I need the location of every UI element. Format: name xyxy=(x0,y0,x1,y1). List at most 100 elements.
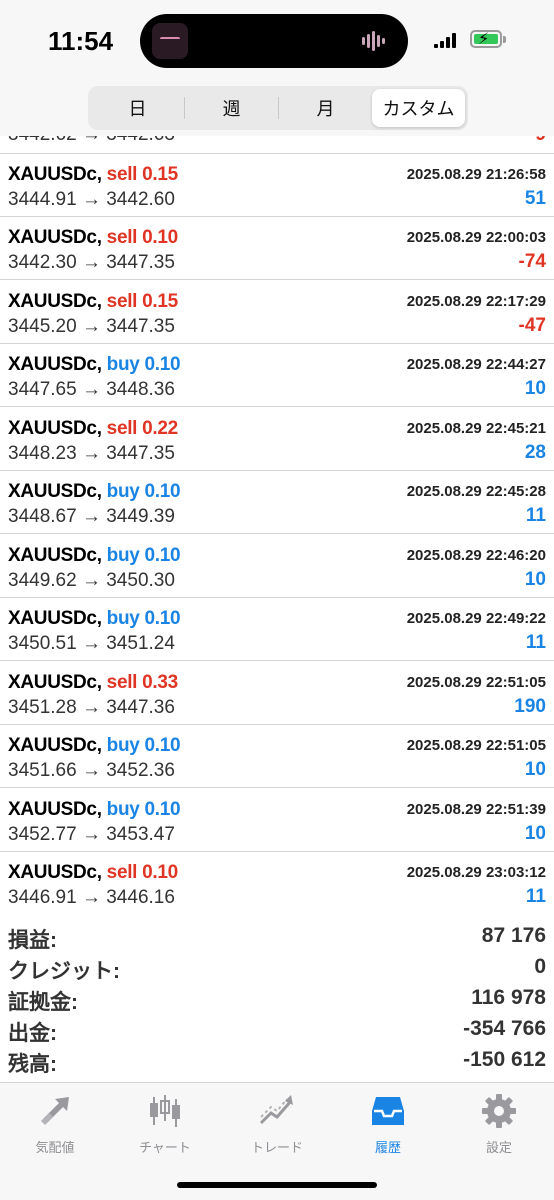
tab-label: 履歴 xyxy=(374,1140,401,1155)
deal-profit: 10 xyxy=(524,759,546,780)
period-segmented-control: 日 週 月 カスタム xyxy=(88,86,468,130)
deal-profit: -9 xyxy=(529,136,546,146)
period-tab-day[interactable]: 日 xyxy=(91,89,184,127)
deal-profit: 10 xyxy=(524,823,546,844)
deal-side-volume: sell 0.15 xyxy=(106,164,179,185)
tab-history[interactable]: 履歴 xyxy=(333,1091,443,1161)
deal-prices: 3445.20 → 3447.35 xyxy=(8,316,175,337)
deal-profit: 10 xyxy=(524,569,546,590)
list-item[interactable]: XAUUSDc, sell 0.10 2025.08.29 22:00:03 3… xyxy=(0,217,554,280)
summary-value: 0 xyxy=(534,955,546,978)
deal-datetime: 2025.08.29 22:44:27 xyxy=(406,356,546,373)
list-item[interactable]: XAUUSDc, buy 0.10 2025.08.29 22:51:05 34… xyxy=(0,725,554,788)
summary-credit-row: クレジット: 0 xyxy=(0,955,554,986)
cellular-signal-icon xyxy=(434,32,460,48)
deal-prices: 3450.51 → 3451.24 xyxy=(8,633,175,654)
status-time: 11:54 xyxy=(48,26,114,56)
tab-label: トレード xyxy=(250,1140,303,1155)
summary-label: クレジット: xyxy=(8,960,120,983)
list-item[interactable]: XAUUSDc, sell 0.33 2025.08.29 22:51:05 3… xyxy=(0,662,554,725)
dynamic-island[interactable] xyxy=(140,14,408,68)
deal-side-volume: sell 0.22 xyxy=(106,418,179,439)
deal-symbol: XAUUSDc, xyxy=(8,354,102,375)
tab-quotes[interactable]: 気配値 xyxy=(0,1091,110,1161)
period-tab-week[interactable]: 週 xyxy=(185,89,278,127)
deal-datetime: 2025.08.29 21:26:58 xyxy=(406,166,546,183)
deal-side-volume: buy 0.10 xyxy=(106,799,181,820)
deal-datetime: 2025.08.29 22:49:22 xyxy=(406,610,546,627)
summary-label: 損益: xyxy=(8,929,57,952)
deal-datetime: 2025.08.29 22:46:20 xyxy=(406,547,546,564)
deal-datetime: 2025.08.29 22:00:03 xyxy=(406,229,546,246)
deal-symbol: XAUUSDc, xyxy=(8,545,102,566)
tab-chart[interactable]: チャート xyxy=(110,1091,220,1161)
home-indicator[interactable] xyxy=(177,1182,377,1188)
deal-side-volume: buy 0.10 xyxy=(106,545,181,566)
summary-value: 116 978 xyxy=(471,986,546,1009)
inbox-icon xyxy=(368,1091,408,1131)
deal-side-volume: buy 0.10 xyxy=(106,608,181,629)
trend-icon xyxy=(257,1091,297,1131)
list-item[interactable]: XAUUSDc, buy 0.10 2025.08.29 22:49:22 34… xyxy=(0,598,554,661)
account-summary: 損益: 87 176 クレジット: 0 証拠金: 116 978 出金: -35… xyxy=(0,922,554,1082)
period-tab-custom[interactable]: カスタム xyxy=(372,89,465,127)
deal-side-volume: sell 0.33 xyxy=(106,672,179,693)
status-bar: 11:54 ⚡ xyxy=(0,0,554,80)
summary-value: -150 612 xyxy=(463,1048,546,1071)
tab-label: 気配値 xyxy=(35,1140,75,1155)
summary-value: 87 176 xyxy=(481,924,546,947)
deal-profit: 11 xyxy=(525,632,546,653)
deal-symbol: XAUUSDc, xyxy=(8,735,102,756)
list-item[interactable]: XAUUSDc, sell 0.15 2025.08.29 21:26:58 3… xyxy=(0,154,554,217)
deal-symbol: XAUUSDc, xyxy=(8,481,102,502)
list-item-partial[interactable]: 3442.62 → 3442.63 -9 xyxy=(0,136,554,154)
deal-datetime: 2025.08.29 22:51:05 xyxy=(406,674,546,691)
deal-symbol: XAUUSDc, xyxy=(8,672,102,693)
deal-side-volume: buy 0.10 xyxy=(106,481,181,502)
deal-datetime: 2025.08.29 22:17:29 xyxy=(406,293,546,310)
deal-symbol: XAUUSDc, xyxy=(8,862,102,883)
tab-trade[interactable]: トレード xyxy=(222,1091,332,1161)
tab-label: チャート xyxy=(139,1140,191,1155)
audio-waveform-icon xyxy=(362,30,388,52)
list-item[interactable]: XAUUSDc, sell 0.22 2025.08.29 22:45:21 3… xyxy=(0,408,554,471)
tab-label: 設定 xyxy=(485,1140,512,1155)
deal-profit: 51 xyxy=(524,188,546,209)
list-item[interactable]: XAUUSDc, sell 0.10 2025.08.29 23:03:12 3… xyxy=(0,852,554,914)
gear-icon xyxy=(479,1091,519,1131)
deal-profit: 11 xyxy=(525,505,546,526)
tab-settings[interactable]: 設定 xyxy=(444,1091,554,1161)
deal-datetime: 2025.08.29 22:45:21 xyxy=(406,420,546,437)
deal-prices: 3442.62 → 3442.63 xyxy=(8,136,175,146)
deal-prices: 3442.30 → 3447.35 xyxy=(8,252,175,273)
deal-prices: 3444.91 → 3442.60 xyxy=(8,189,175,210)
now-playing-artwork-icon xyxy=(152,23,188,59)
deal-side-volume: buy 0.10 xyxy=(106,354,181,375)
list-item[interactable]: XAUUSDc, sell 0.15 2025.08.29 22:17:29 3… xyxy=(0,281,554,344)
deal-symbol: XAUUSDc, xyxy=(8,227,102,248)
deal-symbol: XAUUSDc, xyxy=(8,418,102,439)
charging-bolt-icon: ⚡ xyxy=(478,31,490,48)
deals-list[interactable]: 3442.62 → 3442.63 -9 XAUUSDc, sell 0.15 … xyxy=(0,136,554,914)
deal-datetime: 2025.08.29 22:45:28 xyxy=(406,483,546,500)
candlestick-icon xyxy=(145,1091,185,1131)
period-tab-month[interactable]: 月 xyxy=(279,89,372,127)
list-item[interactable]: XAUUSDc, buy 0.10 2025.08.29 22:45:28 34… xyxy=(0,471,554,534)
list-item[interactable]: XAUUSDc, buy 0.10 2025.08.29 22:44:27 34… xyxy=(0,344,554,407)
deal-profit: 10 xyxy=(524,378,546,399)
deal-datetime: 2025.08.29 22:51:39 xyxy=(406,801,546,818)
deal-side-volume: sell 0.10 xyxy=(106,227,179,248)
summary-profit-row: 損益: 87 176 xyxy=(0,924,554,955)
deal-datetime: 2025.08.29 22:51:05 xyxy=(406,737,546,754)
deal-side-volume: sell 0.10 xyxy=(106,862,179,883)
deal-prices: 3451.66 → 3452.36 xyxy=(8,760,175,781)
summary-value: -354 766 xyxy=(463,1017,546,1040)
list-item[interactable]: XAUUSDc, buy 0.10 2025.08.29 22:51:39 34… xyxy=(0,789,554,852)
deal-profit: 28 xyxy=(524,442,546,463)
list-item[interactable]: XAUUSDc, buy 0.10 2025.08.29 22:46:20 34… xyxy=(0,535,554,598)
deal-symbol: XAUUSDc, xyxy=(8,164,102,185)
deal-symbol: XAUUSDc, xyxy=(8,799,102,820)
summary-label: 証拠金: xyxy=(8,991,78,1014)
deal-profit: 190 xyxy=(514,696,546,717)
deal-prices: 3448.67 → 3449.39 xyxy=(8,506,175,527)
